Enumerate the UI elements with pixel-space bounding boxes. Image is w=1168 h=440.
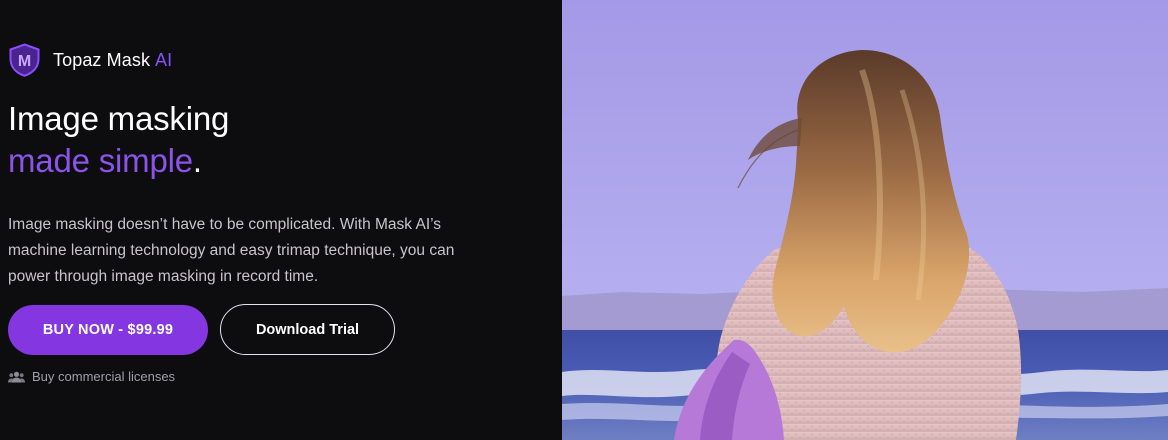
- commercial-licenses-link[interactable]: Buy commercial licenses: [8, 369, 175, 384]
- hero-description: Image masking doesn’t have to be complic…: [8, 216, 455, 285]
- brand[interactable]: M Topaz Mask AI: [8, 43, 172, 77]
- buy-now-button[interactable]: BUY NOW - $99.99: [8, 305, 208, 355]
- topaz-logo-icon: M: [9, 43, 40, 77]
- users-icon: [8, 371, 25, 382]
- headline-accent: made simple: [8, 142, 193, 179]
- brand-name-text: Topaz Mask: [53, 49, 151, 70]
- brand-suffix: AI: [155, 49, 173, 70]
- commercial-licenses-label: Buy commercial licenses: [32, 369, 176, 384]
- brand-name: Topaz Mask AI: [53, 50, 172, 71]
- hero-panel: M Topaz Mask AI Image masking made simple…: [0, 0, 562, 440]
- logo-letter: M: [18, 53, 31, 70]
- headline-period: .: [192, 142, 202, 179]
- hero-photo: [562, 0, 1168, 440]
- hero-headline: Image masking made simple.: [8, 98, 229, 182]
- headline-line-1: Image masking: [8, 100, 230, 137]
- download-trial-button[interactable]: Download Trial: [220, 304, 395, 355]
